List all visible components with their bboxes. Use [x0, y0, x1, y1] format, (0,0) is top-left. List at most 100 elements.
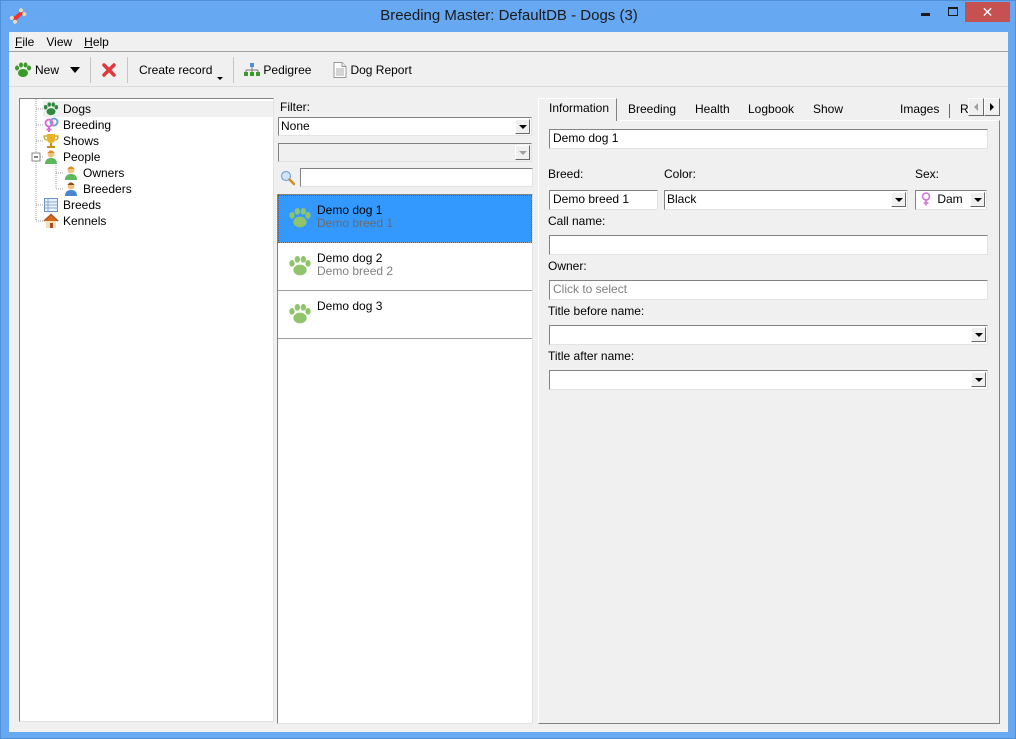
information-tab-panel: Demo dog 1 Breed: Color: Sex: Demo breed…	[538, 120, 1000, 724]
color-select[interactable]: Black	[664, 190, 908, 210]
magnifier-icon	[280, 170, 296, 186]
paw-icon	[289, 256, 311, 276]
owner-select-input[interactable]: Click to select	[549, 280, 988, 300]
tab-images[interactable]: Images	[890, 100, 948, 120]
filter-dropdown-button[interactable]	[515, 119, 530, 134]
delete-button[interactable]	[96, 57, 122, 83]
tab-health[interactable]: Health	[685, 100, 737, 120]
title-before-dropdown-button[interactable]	[971, 327, 986, 342]
tab-label: Images	[900, 102, 940, 116]
breed-value: Demo breed 1	[553, 192, 630, 206]
table-icon	[44, 198, 58, 212]
pedigree-label: Pedigree	[263, 62, 312, 77]
chevron-down-icon	[518, 124, 527, 129]
tree-item-shows[interactable]: Shows	[43, 133, 99, 149]
filter-select[interactable]: None	[278, 117, 532, 136]
sex-dropdown-button[interactable]	[970, 192, 985, 207]
details-tabs: Information Breeding Health Logbook Show…	[538, 98, 1000, 724]
dog-name: Demo dog 2	[317, 251, 383, 265]
client-area: File View Help New Create record Pedigre…	[9, 32, 1008, 732]
app-window: Breeding Master: DefaultDB - Dogs (3) ✕ …	[0, 0, 1016, 739]
person-icon	[45, 150, 57, 164]
list-item[interactable]: Demo dog 3	[278, 291, 532, 339]
dog-breed: Demo breed 2	[317, 264, 394, 278]
title-before-select[interactable]	[549, 325, 988, 345]
title-after-dropdown-button[interactable]	[971, 372, 986, 387]
new-dropdown-arrow-icon[interactable]	[70, 66, 81, 73]
color-dropdown-button[interactable]	[891, 192, 906, 207]
color-label: Color:	[664, 167, 697, 181]
dog-report-button[interactable]: Dog Report	[328, 57, 416, 83]
tab-scroll-right-button[interactable]	[984, 98, 1000, 116]
person-blue-icon	[65, 182, 77, 196]
paw-icon	[289, 208, 311, 228]
new-button[interactable]: New	[9, 57, 85, 83]
minimize-icon[interactable]	[921, 13, 930, 16]
create-record-button[interactable]: Create record	[133, 57, 228, 83]
sex-value: Dam	[937, 192, 963, 206]
tree-item-breeds[interactable]: Breeds	[43, 197, 101, 213]
filter-value-select[interactable]	[278, 143, 532, 162]
tree-item-label: Breeds	[63, 198, 102, 212]
dog-list[interactable]: Demo dog 1 Demo breed 1 Demo dog 2 Demo …	[277, 194, 533, 724]
toolbar-separator	[90, 56, 92, 83]
tab-information[interactable]: Information	[538, 98, 617, 121]
filter-label: Filter:	[280, 100, 310, 114]
tree-item-kennels[interactable]: Kennels	[43, 213, 106, 229]
person-icon	[65, 166, 77, 180]
gender-symbols-icon	[44, 117, 59, 132]
breed-input[interactable]: Demo breed 1	[549, 190, 658, 210]
dog-name: Demo dog 1	[317, 203, 383, 217]
tree-item-dogs[interactable]: Dogs	[43, 101, 273, 117]
menu-file[interactable]: File	[9, 32, 40, 52]
chevron-down-icon	[974, 332, 983, 337]
trophy-icon	[43, 134, 59, 148]
female-icon	[921, 192, 931, 206]
create-record-dropdown-icon[interactable]	[217, 76, 224, 80]
title-bar[interactable]: Breeding Master: DefaultDB - Dogs (3) ✕	[1, 1, 1016, 32]
tree-item-label: Breeders	[83, 182, 132, 196]
list-item[interactable]: Demo dog 2 Demo breed 2	[278, 243, 532, 291]
close-button[interactable]: ✕	[965, 2, 1010, 22]
filter-value-dropdown-button[interactable]	[515, 145, 530, 160]
create-record-label: Create record	[139, 62, 213, 77]
tab-show-results[interactable]: Show Results	[803, 100, 889, 134]
toolbar: New Create record Pedigree Dog Report	[9, 53, 1008, 87]
toolbar-separator	[127, 56, 129, 83]
sex-select[interactable]: Dam	[915, 190, 987, 210]
window-title: Breeding Master: DefaultDB - Dogs (3)	[380, 7, 638, 24]
document-icon	[333, 61, 347, 78]
maximize-icon[interactable]	[948, 7, 958, 16]
menu-file-label: ile	[22, 34, 35, 49]
owner-label: Owner:	[548, 259, 587, 273]
tab-scroll-left-button[interactable]	[968, 98, 984, 116]
tree-item-owners[interactable]: Owners	[63, 165, 124, 181]
chevron-down-icon	[518, 150, 527, 155]
owner-placeholder: Click to select	[553, 282, 628, 296]
tree-item-breeding[interactable]: Breeding	[43, 117, 111, 133]
dog-list-panel: Filter: None Demo dog 1 Demo breed 1 Dem…	[277, 98, 534, 724]
title-after-select[interactable]	[549, 370, 988, 390]
tree-item-label: Breeding	[63, 118, 112, 132]
chevron-down-icon	[973, 197, 982, 202]
dog-report-label: Dog Report	[350, 62, 412, 77]
close-icon: ✕	[981, 3, 994, 20]
call-name-input[interactable]	[549, 235, 988, 255]
menu-view[interactable]: View	[40, 32, 78, 52]
tab-breeding[interactable]: Breeding	[618, 100, 684, 120]
tab-label: Information	[549, 101, 610, 115]
tab-logbook[interactable]: Logbook	[738, 100, 802, 120]
tree-item-people[interactable]: People	[43, 149, 100, 165]
tab-strip: Information Breeding Health Logbook Show…	[538, 98, 1000, 134]
search-input[interactable]	[300, 168, 533, 187]
menu-help[interactable]: Help	[78, 32, 115, 52]
list-item[interactable]: Demo dog 1 Demo breed 1	[278, 195, 532, 243]
paw-icon	[289, 304, 311, 324]
navigation-tree[interactable]: Dogs Breeding Shows People Owners Breede…	[19, 98, 274, 722]
paw-icon	[43, 102, 59, 116]
color-value: Black	[667, 192, 697, 206]
dog-name-input[interactable]: Demo dog 1	[549, 129, 988, 149]
pedigree-button[interactable]: Pedigree	[239, 57, 316, 83]
filter-select-value: None	[281, 119, 310, 133]
tree-item-breeders[interactable]: Breeders	[63, 181, 132, 197]
